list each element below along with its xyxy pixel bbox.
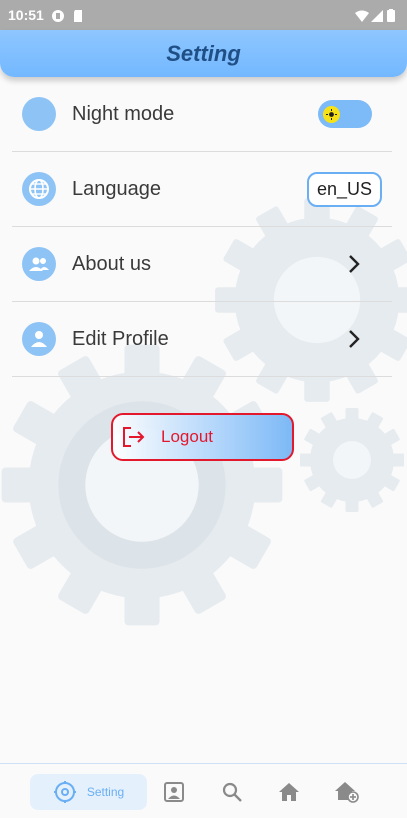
signal-icon	[371, 9, 383, 22]
night-mode-toggle[interactable]	[318, 100, 372, 128]
logout-label: Logout	[161, 427, 213, 446]
home-icon	[279, 783, 299, 801]
nav-item-setting[interactable]: Setting	[30, 774, 147, 810]
nav-setting-label: Setting	[86, 785, 125, 799]
edit-profile-label: Edit Profile	[72, 327, 169, 350]
language-label: Language	[72, 177, 161, 200]
people-icon	[22, 247, 56, 281]
nav-item-profile[interactable]	[162, 774, 186, 810]
search-icon	[222, 782, 242, 802]
gear-icon	[53, 781, 76, 803]
wifi-icon	[355, 9, 369, 22]
add-home-icon	[335, 782, 359, 803]
language-selector[interactable]: en_US	[306, 171, 382, 207]
nav-item-search[interactable]	[220, 774, 244, 810]
night-mode-label: Night mode	[72, 102, 175, 125]
moon-icon	[22, 97, 56, 131]
chevron-right-icon	[349, 330, 360, 348]
setting-row-edit-profile[interactable]: Edit Profile	[12, 302, 392, 377]
bottom-navigation: Setting	[0, 763, 407, 818]
nav-item-home[interactable]	[277, 774, 301, 810]
globe-icon	[22, 172, 56, 206]
app-bar: Setting	[0, 30, 407, 77]
page-title: Setting	[166, 40, 241, 66]
app-notification-icon	[51, 9, 64, 22]
setting-row-night-mode: Night mode	[12, 77, 392, 152]
status-time: 10:51	[8, 7, 44, 23]
sun-icon	[323, 106, 340, 123]
setting-row-language: Language en_US	[12, 152, 392, 227]
about-us-label: About us	[72, 252, 151, 275]
setting-row-about-us[interactable]: About us	[12, 227, 392, 302]
person-icon	[22, 322, 56, 356]
logout-icon	[123, 427, 145, 447]
sd-card-icon	[72, 9, 84, 22]
battery-icon	[387, 9, 399, 22]
status-bar: 10:51	[0, 0, 407, 30]
profile-icon	[164, 782, 184, 802]
nav-item-add-home[interactable]	[334, 774, 360, 810]
chevron-right-icon	[349, 255, 360, 273]
logout-button[interactable]: Logout	[111, 413, 294, 461]
